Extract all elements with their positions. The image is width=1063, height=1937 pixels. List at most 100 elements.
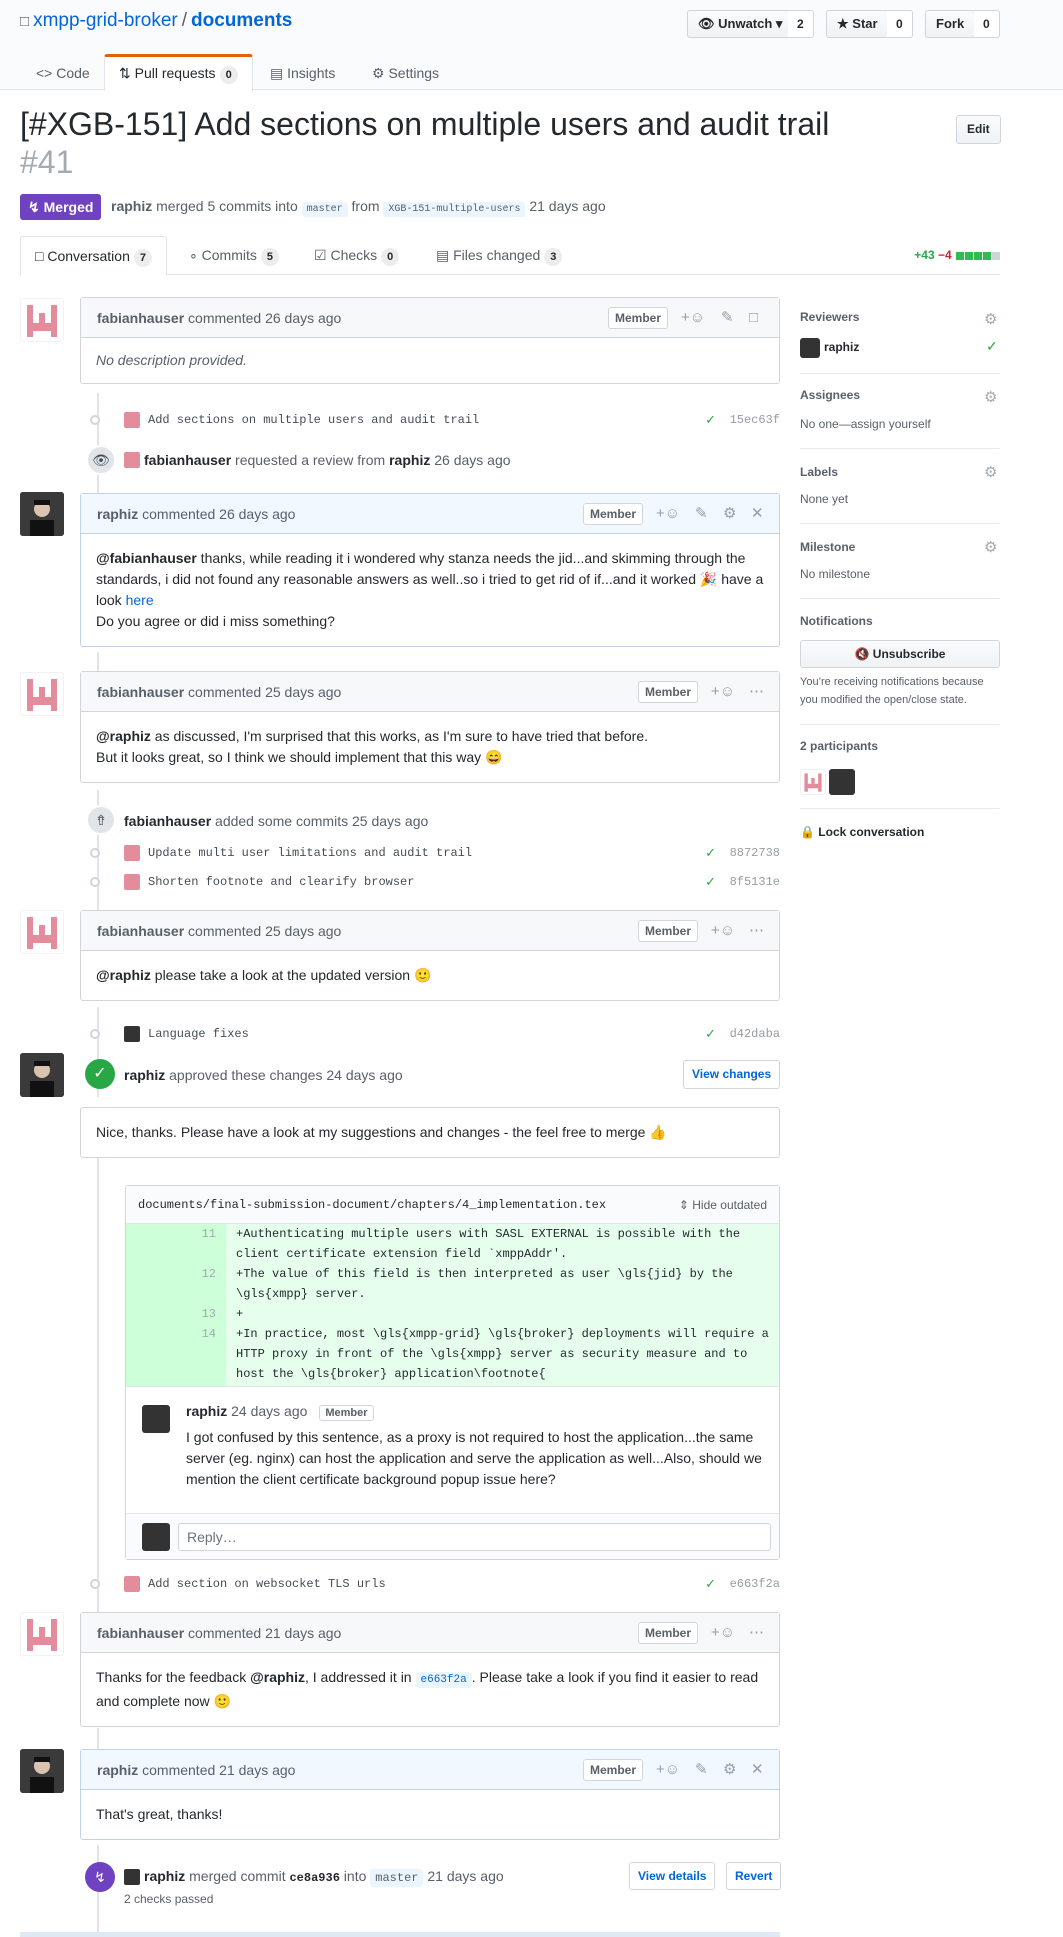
avatar[interactable] [124, 1576, 140, 1592]
checks-status[interactable]: 2 checks passed [124, 1892, 213, 1906]
tab-code[interactable]: <> Code [22, 55, 104, 91]
more-icon[interactable]: ⋯ [749, 672, 764, 712]
pencil-icon[interactable]: ✎ [695, 1750, 708, 1790]
commit-sha[interactable]: 15ec63f [730, 408, 780, 432]
avatar[interactable] [20, 298, 64, 342]
tab-settings[interactable]: ⚙ Settings [358, 55, 453, 91]
merge-commit-sha[interactable]: ce8a936 [289, 1871, 339, 1885]
unsubscribe-button[interactable]: 🔇 Unsubscribe [800, 640, 1000, 668]
quote-icon[interactable]: □ [749, 298, 758, 338]
commit-message[interactable]: Shorten footnote and clearify browser [148, 870, 414, 894]
add-reaction-icon[interactable]: +☺ [656, 494, 680, 534]
commit-message[interactable]: Add sections on multiple users and audit… [148, 408, 479, 432]
avatar[interactable] [124, 1026, 140, 1042]
avatar[interactable] [800, 769, 826, 795]
lock-conversation-link[interactable]: 🔒 Lock conversation [800, 825, 924, 839]
revert-button[interactable]: Revert [726, 1862, 782, 1890]
star-count[interactable]: 0 [887, 10, 913, 38]
gear-icon[interactable]: ⚙ [984, 310, 997, 328]
comment-author[interactable]: raphiz [97, 506, 138, 522]
avatar[interactable] [124, 412, 140, 428]
tab-insights[interactable]: ▤ Insights [256, 55, 349, 91]
close-icon[interactable]: ✕ [751, 1750, 764, 1790]
more-icon[interactable]: ⋯ [749, 1613, 764, 1653]
close-icon[interactable]: ✕ [751, 494, 764, 534]
add-reaction-icon[interactable]: +☺ [681, 298, 705, 338]
commit-sha[interactable]: e663f2a [730, 1572, 780, 1596]
edit-title-button[interactable]: Edit [956, 115, 1001, 144]
commit-sha[interactable]: d42daba [730, 1022, 780, 1046]
reviewers-heading[interactable]: Reviewers [800, 310, 859, 324]
gear-icon[interactable]: ⚙ [984, 538, 997, 556]
avatar[interactable] [20, 672, 64, 716]
star-button[interactable]: ★ Star [826, 10, 889, 38]
repo-owner-link[interactable]: xmpp-grid-broker [33, 10, 178, 31]
hide-outdated-button[interactable]: ⇕ Hide outdated [679, 1186, 767, 1224]
gear-icon[interactable]: ⚙ [723, 1750, 736, 1790]
watch-button[interactable]: 👁 Unwatch ▾ [687, 10, 794, 38]
avatar[interactable] [124, 452, 140, 468]
reply-input[interactable]: Reply… [178, 1523, 771, 1551]
diff-file-path[interactable]: documents/final-submission-document/chap… [138, 1198, 606, 1212]
comment-author[interactable]: fabianhauser [97, 923, 184, 939]
reviewer-name[interactable]: raphiz [824, 340, 859, 354]
avatar[interactable] [124, 845, 140, 861]
commit-message[interactable]: Add section on websocket TLS urls [148, 1572, 386, 1596]
head-branch[interactable]: XGB-151-multiple-users [383, 202, 526, 217]
view-changes-button[interactable]: View changes [683, 1060, 781, 1089]
avatar[interactable] [20, 1612, 64, 1656]
avatar[interactable] [829, 769, 855, 795]
avatar[interactable] [142, 1523, 170, 1551]
commit-sha[interactable]: 8872738 [730, 841, 780, 865]
check-icon[interactable]: ✓ [705, 841, 716, 865]
avatar[interactable] [20, 910, 64, 954]
comment-author[interactable]: fabianhauser [97, 310, 184, 326]
assignees-heading[interactable]: Assignees [800, 388, 860, 402]
comment-author[interactable]: raphiz [97, 1762, 138, 1778]
comment-author[interactable]: fabianhauser [97, 1625, 184, 1641]
tab-conversation[interactable]: □ Conversation 7 [20, 236, 167, 276]
labels-heading[interactable]: Labels [800, 465, 838, 479]
base-branch[interactable]: master [301, 202, 348, 217]
tab-commits[interactable]: ∘ Commits 5 [175, 236, 293, 276]
avatar[interactable] [20, 1749, 64, 1793]
pr-author[interactable]: raphiz [111, 198, 152, 214]
watch-count[interactable]: 2 [788, 10, 814, 38]
fork-count[interactable]: 0 [974, 10, 1000, 38]
check-icon[interactable]: ✓ [705, 1572, 716, 1596]
gear-icon[interactable]: ⚙ [984, 388, 997, 406]
avatar[interactable] [142, 1405, 170, 1433]
commit-message[interactable]: Update multi user limitations and audit … [148, 841, 472, 865]
milestone-heading[interactable]: Milestone [800, 540, 855, 554]
here-link[interactable]: here [126, 592, 154, 608]
add-reaction-icon[interactable]: +☺ [711, 911, 735, 951]
check-icon[interactable]: ✓ [705, 870, 716, 894]
comment-author[interactable]: fabianhauser [97, 684, 184, 700]
add-reaction-icon[interactable]: +☺ [711, 672, 735, 712]
base-branch[interactable]: master [370, 1869, 424, 1887]
tab-checks[interactable]: ☑ Checks 0 [300, 236, 413, 276]
add-reaction-icon[interactable]: +☺ [711, 1613, 735, 1653]
avatar[interactable] [124, 1869, 140, 1885]
avatar[interactable] [20, 1053, 64, 1097]
avatar[interactable] [20, 492, 64, 536]
repo-name-link[interactable]: documents [191, 10, 292, 31]
check-icon[interactable]: ✓ [705, 1022, 716, 1046]
tab-pull-requests[interactable]: ⇅ Pull requests 0 [104, 54, 253, 91]
pencil-icon[interactable]: ✎ [695, 494, 708, 534]
commit-message[interactable]: Language fixes [148, 1022, 249, 1046]
tab-files-changed[interactable]: ▤ Files changed 3 [422, 236, 576, 276]
gear-icon[interactable]: ⚙ [723, 494, 736, 534]
pencil-icon[interactable]: ✎ [721, 298, 734, 338]
assignees-value[interactable]: No one—assign yourself [800, 417, 931, 431]
gear-icon[interactable]: ⚙ [984, 463, 997, 481]
check-icon[interactable]: ✓ [705, 408, 716, 432]
more-icon[interactable]: ⋯ [749, 911, 764, 951]
commit-sha[interactable]: 8f5131e [730, 870, 780, 894]
avatar[interactable] [124, 874, 140, 890]
commit-sha-link[interactable]: e663f2a [415, 1672, 472, 1688]
view-details-button[interactable]: View details [629, 1862, 716, 1890]
avatar[interactable] [800, 338, 820, 358]
add-reaction-icon[interactable]: +☺ [656, 1750, 680, 1790]
fork-button[interactable]: Fork [925, 10, 976, 38]
